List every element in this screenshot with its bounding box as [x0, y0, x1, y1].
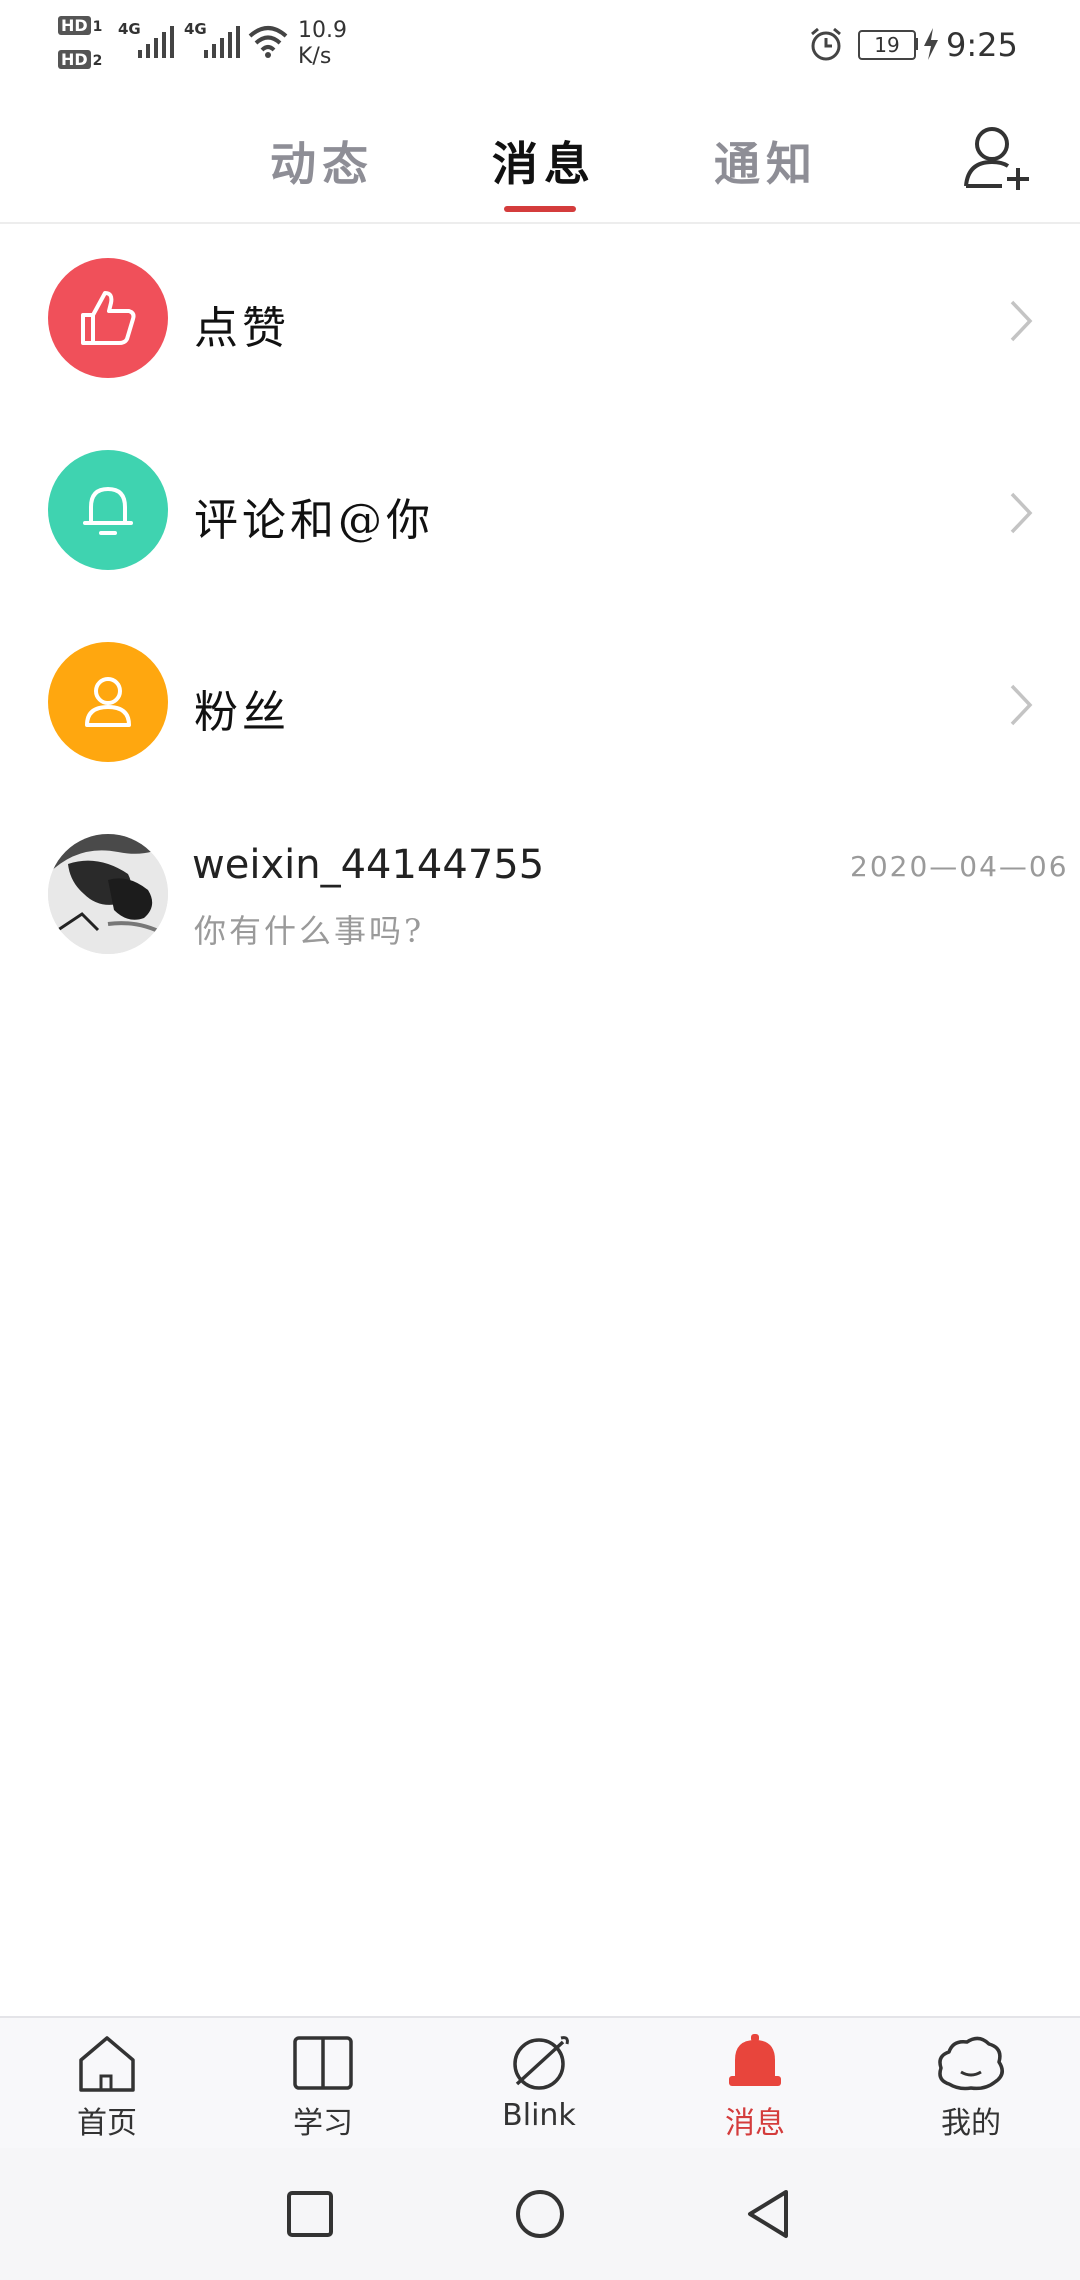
nav-messages[interactable]: 消息 — [680, 2018, 830, 2150]
bell-icon — [729, 2034, 781, 2086]
chevron-right-icon — [1010, 300, 1033, 342]
conversation-date: 2020—04—06 — [850, 850, 1069, 883]
system-nav-bar — [0, 2148, 1080, 2280]
hd2-badge: HD 2 — [58, 50, 102, 69]
book-icon — [293, 2036, 353, 2090]
signal-icon — [138, 26, 174, 58]
charging-icon — [924, 28, 938, 60]
comments-icon-circle — [48, 450, 168, 570]
hd1-badge: HD 1 — [58, 16, 102, 35]
fans-icon-circle — [48, 642, 168, 762]
list-item-fans[interactable]: 粉丝 — [0, 636, 1080, 768]
home-icon — [79, 2036, 135, 2092]
back-icon[interactable] — [744, 2188, 792, 2240]
nav-study[interactable]: 学习 — [248, 2018, 398, 2150]
list-item-likes[interactable]: 点赞 — [0, 252, 1080, 384]
signal-icon — [204, 26, 240, 58]
thumbs-up-icon — [81, 291, 136, 345]
recent-apps-icon[interactable] — [286, 2190, 334, 2238]
nav-mine[interactable]: 我的 — [896, 2018, 1046, 2150]
nav-home[interactable]: 首页 — [32, 2018, 182, 2150]
wifi-icon — [248, 26, 288, 58]
bottom-nav: 首页 学习 Blink 消息 我的 — [0, 2016, 1080, 2150]
chevron-right-icon — [1010, 492, 1033, 534]
tab-notifications[interactable]: 通知 — [714, 128, 818, 194]
add-user-icon[interactable] — [962, 124, 1032, 190]
nav-blink[interactable]: Blink — [464, 2018, 614, 2150]
planet-icon — [513, 2036, 569, 2090]
chevron-right-icon — [1010, 684, 1033, 726]
profile-icon — [938, 2036, 1004, 2091]
tab-dynamics[interactable]: 动态 — [270, 128, 374, 194]
person-icon — [85, 677, 131, 727]
header: 动态 消息 通知 — [0, 90, 1080, 224]
avatar[interactable] — [48, 834, 168, 954]
conversation-item[interactable]: weixin_44144755 你有什么事吗? 2020—04—06 — [0, 828, 1080, 968]
status-bar: HD 1 HD 2 4G 4G 10.9 K/s 19 9:25 — [0, 0, 1080, 90]
conversation-username: weixin_44144755 — [192, 842, 545, 888]
active-tab-indicator — [504, 206, 576, 212]
list-item-comments[interactable]: 评论和@你 — [0, 444, 1080, 576]
bell-icon — [83, 487, 133, 535]
likes-icon-circle — [48, 258, 168, 378]
home-circle-icon[interactable] — [514, 2188, 566, 2240]
tab-messages[interactable]: 消息 — [492, 128, 596, 194]
conversation-preview: 你有什么事吗? — [194, 912, 425, 950]
alarm-icon — [811, 27, 841, 61]
battery-icon: 19 — [858, 30, 916, 60]
